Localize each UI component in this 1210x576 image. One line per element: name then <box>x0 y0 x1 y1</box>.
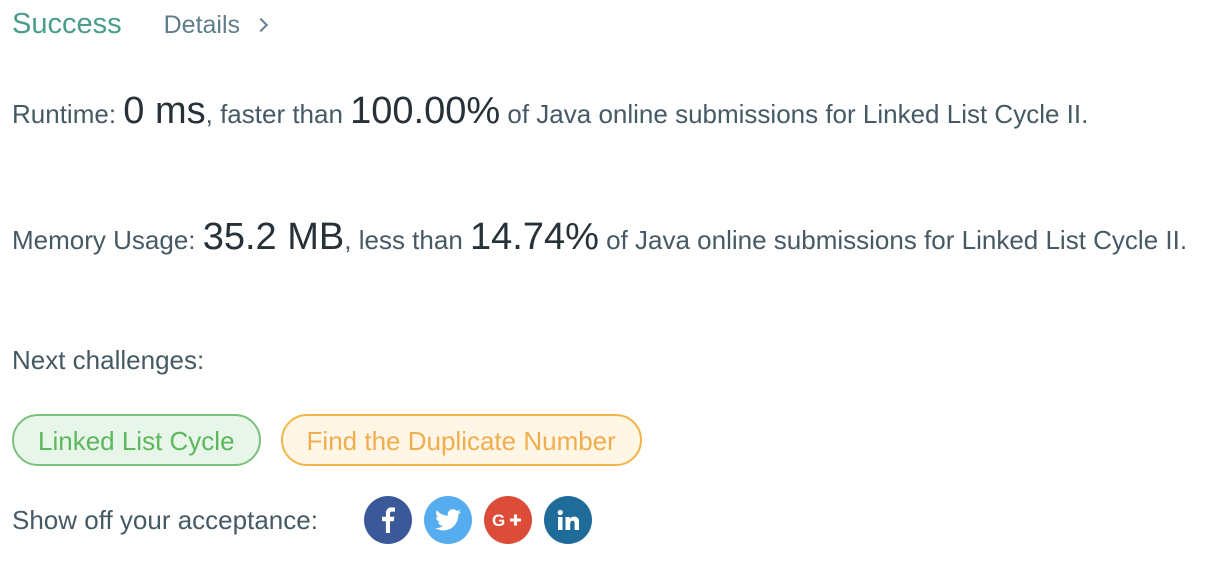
facebook-share-button[interactable] <box>363 496 412 544</box>
memory-label: Memory Usage: <box>12 225 203 255</box>
memory-percentile: 14.74% <box>470 216 599 258</box>
details-link[interactable]: Details <box>163 11 269 40</box>
challenge-find-the-duplicate-number[interactable]: Find the Duplicate Number <box>280 414 642 466</box>
linkedin-share-button[interactable] <box>543 496 592 544</box>
runtime-value: 0 ms <box>123 90 206 132</box>
memory-suffix: of Java online submissions for Linked Li… <box>598 225 1188 255</box>
memory-stat: Memory Usage: 35.2 MB, less than 14.74% … <box>12 216 1192 261</box>
google-plus-share-button[interactable]: G <box>483 496 532 544</box>
memory-value: 35.2 MB <box>202 216 345 258</box>
google-plus-icon: G <box>492 511 521 530</box>
challenge-linked-list-cycle[interactable]: Linked List Cycle <box>12 414 261 466</box>
runtime-percentile: 100.00% <box>350 90 501 132</box>
result-header: Success Details <box>12 8 269 41</box>
submission-result: Success Details Runtime: 0 ms, faster th… <box>0 0 1210 576</box>
runtime-middle: , faster than <box>205 99 351 129</box>
svg-text:G: G <box>492 511 505 530</box>
runtime-stat: Runtime: 0 ms, faster than 100.00% of Ja… <box>12 90 1192 135</box>
share-label: Show off your acceptance: <box>12 504 318 535</box>
details-label: Details <box>163 11 241 39</box>
share-section: Show off your acceptance: G <box>12 496 604 544</box>
linkedin-icon <box>557 509 579 530</box>
twitter-share-button[interactable] <box>423 496 472 544</box>
facebook-icon <box>381 507 395 533</box>
runtime-label: Runtime: <box>12 99 124 129</box>
runtime-suffix: of Java online submissions for Linked Li… <box>500 99 1089 129</box>
next-challenges-list: Linked List Cycle Find the Duplicate Num… <box>12 414 642 466</box>
next-challenges-label: Next challenges: <box>12 345 205 375</box>
status-text: Success <box>12 8 122 40</box>
chevron-right-icon <box>253 17 269 32</box>
twitter-icon <box>434 509 461 531</box>
memory-middle: , less than <box>344 225 470 255</box>
